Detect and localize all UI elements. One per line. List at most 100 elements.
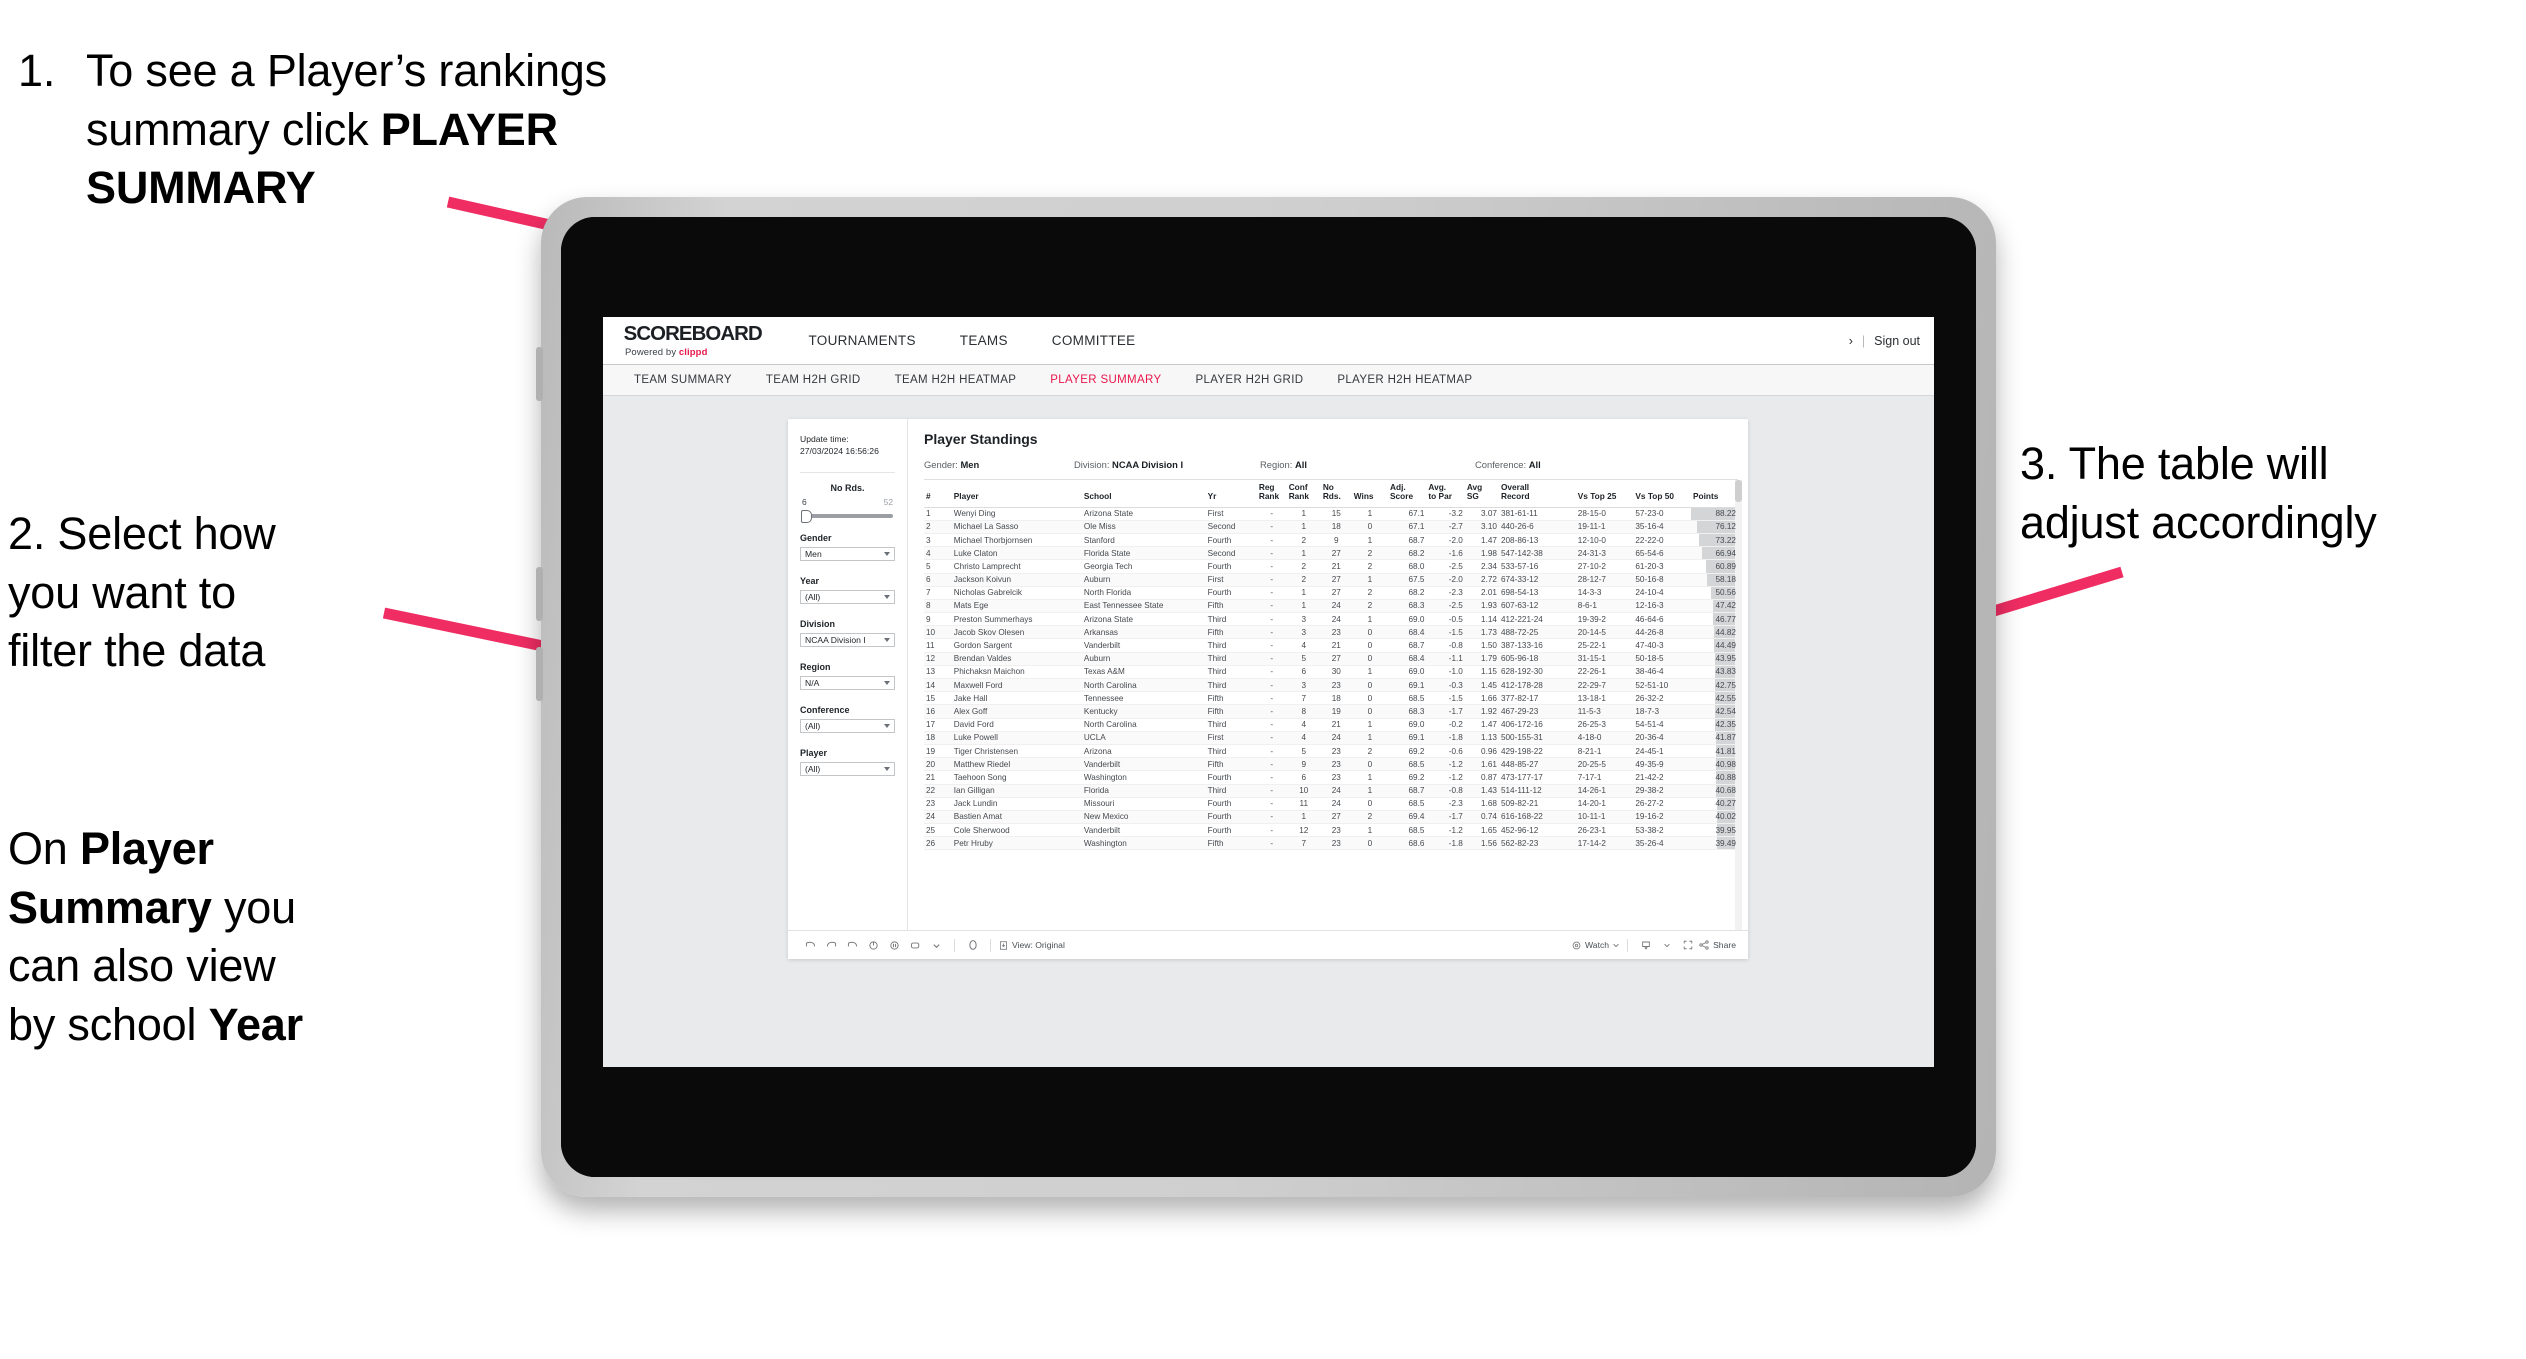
table-cell-pts: 73.22 — [1690, 533, 1738, 548]
table-row[interactable]: 16 Alex Goff Kentucky Fifth -8 19 0 68.3 -1.7 1.9… — [924, 704, 1738, 719]
table-header-adj[interactable]: Adj. Score — [1388, 480, 1427, 508]
table-cell-reg: - — [1256, 757, 1287, 772]
table-row[interactable]: 8 Mats Ege East Tennessee State Fifth -1 24 2 6… — [924, 599, 1738, 614]
table-row[interactable]: 11 Gordon Sargent Vanderbilt Third -4 21 0 68.7… — [924, 638, 1738, 653]
no-rounds-slider[interactable] — [801, 510, 893, 524]
filter-region-select[interactable]: N/A — [800, 675, 895, 690]
topnav-item-teams[interactable]: TEAMS — [938, 317, 1030, 364]
table-row[interactable]: 2 Michael La Sasso Ole Miss Second -1 18 0 67.1… — [924, 520, 1738, 534]
table-row[interactable]: 14 Maxwell Ford North Carolina Third -3 23 0 69… — [924, 678, 1738, 693]
table-header-sg[interactable]: Avg SG — [1464, 480, 1499, 508]
download-chevron-down-icon[interactable] — [1656, 935, 1677, 956]
table-row[interactable]: 21 Taehoon Song Washington Fourth -6 23 1 69.2-… — [924, 770, 1738, 785]
table-row[interactable]: 13 Phichaksn Maichon Texas A&M Third -6 30 1 69… — [924, 665, 1738, 680]
device-layout-chevron-down-icon[interactable] — [926, 935, 947, 956]
table-row[interactable]: 4 Luke Claton Florida State Second -1 27 2 68.2… — [924, 546, 1738, 561]
chevron-right-icon[interactable]: › — [1849, 334, 1853, 348]
device-layout-icon[interactable] — [905, 935, 926, 956]
table-cell-adj: 69.1 — [1388, 678, 1427, 693]
table-header-pts[interactable]: Points — [1690, 480, 1738, 508]
sign-out-link[interactable]: Sign out — [1874, 334, 1920, 348]
table-row[interactable]: 20 Matthew Riedel Vanderbilt Fifth -9 23 0 68.5… — [924, 757, 1738, 772]
redo-icon[interactable] — [821, 935, 842, 956]
table-header-school[interactable]: School — [1081, 480, 1206, 508]
table-cell-rec: 514-111-12 — [1498, 784, 1576, 798]
watch-button[interactable]: Watch — [1571, 940, 1620, 951]
pause-auto-update-icon[interactable] — [962, 935, 983, 956]
logo-sub-pre: Powered by — [625, 346, 679, 358]
table-row[interactable]: 23 Jack Lundin Missouri Fourth -11 24 0 68.5 -2.… — [924, 797, 1738, 811]
download-icon[interactable] — [1635, 935, 1656, 956]
no-rounds-slider-handle[interactable] — [801, 510, 812, 524]
subnav-item-team-h2h-grid[interactable]: TEAM H2H GRID — [749, 365, 878, 395]
table-cell-t50: 54-51-4 — [1633, 718, 1691, 732]
subnav-item-player-h2h-heatmap[interactable]: PLAYER H2H HEATMAP — [1320, 365, 1489, 395]
subnav-item-team-h2h-heatmap[interactable]: TEAM H2H HEATMAP — [878, 365, 1034, 395]
table-cell-school: Stanford — [1081, 533, 1206, 548]
table-row[interactable]: 18 Luke Powell UCLA First -4 24 1 69.1 -1.8 1.13 5… — [924, 731, 1738, 745]
table-cell-t25: 24-31-3 — [1575, 546, 1634, 561]
topnav-item-committee[interactable]: COMMITTEE — [1030, 317, 1158, 364]
table-cell-rank: 24 — [924, 810, 952, 825]
table-scrollbar[interactable] — [1735, 480, 1742, 930]
filter-division-select[interactable]: NCAA Division I — [800, 632, 895, 647]
table-row[interactable]: 15 Jake Hall Tennessee Fifth -7 18 0 68.5 -1.5 1.… — [924, 691, 1738, 706]
table-cell-t50: 52-51-10 — [1633, 678, 1691, 693]
table-row[interactable]: 1 Wenyi Ding Arizona State First -1 15 1 67.1 -3… — [924, 507, 1738, 521]
table-header-par[interactable]: Avg. to Par — [1426, 480, 1465, 508]
table-row[interactable]: 19 Tiger Christensen Arizona Third -5 23 2 69.2… — [924, 744, 1738, 759]
subnav-item-player-summary[interactable]: PLAYER SUMMARY — [1033, 365, 1178, 395]
table-row[interactable]: 25 Cole Sherwood Vanderbilt Fourth -12 23 1 68.… — [924, 823, 1738, 838]
table-header-yr[interactable]: Yr — [1205, 480, 1257, 508]
subnav-item-team-summary[interactable]: TEAM SUMMARY — [617, 365, 749, 395]
table-row[interactable]: 7 Nicholas Gabrelcik North Florida Fourth -1… — [924, 586, 1738, 600]
refresh-icon[interactable] — [863, 935, 884, 956]
table-row[interactable]: 12 Brendan Valdes Auburn Third -5 27 0 68.4 -1.1… — [924, 652, 1738, 666]
revert-icon[interactable] — [842, 935, 863, 956]
table-row[interactable]: 3 Michael Thorbjornsen Stanford Fourth -2 9 1 6… — [924, 533, 1738, 548]
table-cell-wins: 2 — [1351, 810, 1389, 825]
tablet-volume-up-button[interactable] — [536, 347, 543, 401]
table-row[interactable]: 22 Ian Gilligan Florida Third -10 24 1 68.7 -0.8… — [924, 784, 1738, 798]
table-row[interactable]: 26 Petr Hruby Washington Fifth -7 23 0 68.6 -1.8… — [924, 836, 1738, 851]
table-header-conf[interactable]: Conf Rank — [1286, 480, 1321, 508]
table-cell-school: North Carolina — [1081, 718, 1206, 732]
table-row[interactable]: 9 Preston Summerhays Arizona State Third -3 2… — [924, 612, 1738, 627]
table-header-t25[interactable]: Vs Top 25 — [1575, 480, 1634, 508]
share-button[interactable]: Share — [1698, 939, 1736, 951]
table-cell-nords: 24 — [1320, 612, 1352, 627]
view-original-button[interactable]: View: Original — [998, 940, 1065, 951]
table-cell-t25: 4-18-0 — [1575, 731, 1634, 745]
table-header-player[interactable]: Player — [951, 480, 1082, 508]
undo-icon[interactable] — [800, 935, 821, 956]
table-scrollbar-thumb[interactable] — [1735, 480, 1742, 502]
pause-icon[interactable] — [884, 935, 905, 956]
table-cell-rec: 616-168-22 — [1498, 810, 1576, 825]
filter-year-select[interactable]: (All) — [800, 589, 895, 604]
table-header-nords[interactable]: No Rds. — [1320, 480, 1352, 508]
topnav-item-tournaments[interactable]: TOURNAMENTS — [786, 317, 937, 364]
table-cell-nords: 30 — [1320, 665, 1352, 680]
table-cell-par: -1.5 — [1426, 691, 1465, 706]
table-row[interactable]: 5 Christo Lamprecht Georgia Tech Fourth -2 21… — [924, 559, 1738, 574]
filter-conference-select[interactable]: (All) — [800, 718, 895, 733]
table-header-rec[interactable]: Overall Record — [1498, 480, 1576, 508]
table-header-t50[interactable]: Vs Top 50 — [1633, 480, 1691, 508]
points-value: 43.95 — [1715, 654, 1737, 664]
table-row[interactable]: 6 Jackson Koivun Auburn First -2 27 1 67.5 -2.0 2… — [924, 573, 1738, 587]
app-logo[interactable]: SCOREBOARD Powered by clippd — [603, 324, 786, 358]
table-cell-adj: 69.2 — [1388, 770, 1427, 785]
filter-player-select[interactable]: (All) — [800, 761, 895, 776]
subnav-item-player-h2h-grid[interactable]: PLAYER H2H GRID — [1178, 365, 1320, 395]
tablet-volume-down-button[interactable] — [536, 567, 543, 621]
table-row[interactable]: 10 Jacob Skov Olesen Arkansas Fifth -3 23 0 68.… — [924, 625, 1738, 640]
table-cell-par: -0.8 — [1426, 638, 1465, 653]
table-row[interactable]: 24 Bastien Amat New Mexico Fourth -1 27 2 69.4-… — [924, 810, 1738, 825]
tablet-power-button[interactable] — [536, 647, 543, 701]
table-header-rank[interactable]: # — [924, 480, 952, 508]
fullscreen-icon[interactable] — [1677, 935, 1698, 956]
table-row[interactable]: 17 David Ford North Carolina Third -4 21 1 69.0… — [924, 718, 1738, 732]
table-header-wins[interactable]: Wins — [1351, 480, 1389, 508]
table-header-reg[interactable]: Reg Rank — [1256, 480, 1287, 508]
filter-gender-select[interactable]: Men — [800, 546, 895, 561]
